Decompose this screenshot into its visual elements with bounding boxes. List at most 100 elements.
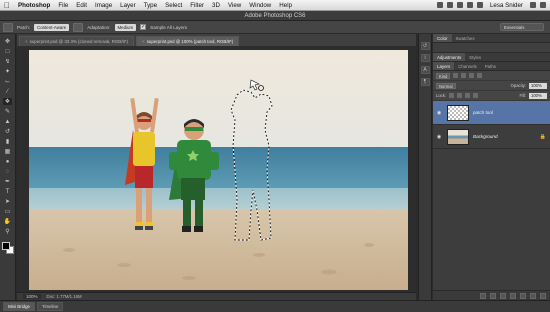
filter-shape-icon[interactable] (477, 73, 483, 78)
eyedropper-tool-icon[interactable]: ⁄ (3, 88, 12, 95)
image-canvas[interactable] (29, 50, 408, 290)
tab-mini-bridge[interactable]: Mini Bridge (3, 302, 35, 311)
menu-window[interactable]: Window (245, 2, 275, 9)
move-tool-icon[interactable]: ✥ (3, 38, 12, 45)
paragraph-panel-icon[interactable]: ¶ (420, 78, 430, 86)
menu-view[interactable]: View (224, 2, 245, 9)
document-tab-label: superprint.psd @ 100% (patch tool, RGB/8… (146, 39, 234, 44)
character-panel-icon[interactable]: A (420, 66, 430, 74)
link-layers-icon[interactable] (480, 292, 486, 299)
type-tool-icon[interactable]: T (3, 188, 12, 195)
tab-adjustments[interactable]: Adjustments (433, 53, 466, 61)
filter-pixel-icon[interactable] (453, 73, 459, 78)
menu-help[interactable]: Help (275, 2, 296, 9)
volume-icon[interactable] (456, 2, 463, 8)
quick-select-tool-icon[interactable]: ✦ (3, 68, 12, 75)
brush-tool-icon[interactable]: ✎ (3, 108, 12, 115)
add-mask-icon[interactable] (500, 292, 506, 299)
layer-kind-filter[interactable]: Kind (436, 72, 451, 79)
layer-thumbnail (447, 128, 469, 145)
menu-file[interactable]: File (54, 2, 72, 9)
clone-stamp-tool-icon[interactable]: ▲ (3, 118, 12, 125)
document-size[interactable]: Doc: 1.77M/1.16M (47, 294, 82, 299)
menu-type[interactable]: Type (140, 2, 161, 9)
patch-tool-icon[interactable]: ❖ (3, 98, 12, 105)
eye-icon[interactable]: ◉ (435, 110, 443, 116)
zoom-tool-icon[interactable]: ⚲ (3, 228, 12, 235)
tab-timeline[interactable]: Timeline (36, 302, 64, 311)
layer-row[interactable]: ◉ patch tool (433, 101, 550, 125)
workspace-switcher[interactable]: Essentials (500, 23, 544, 31)
zoom-level[interactable]: 100% (23, 294, 41, 299)
dodge-tool-icon[interactable]: ◌ (3, 168, 12, 175)
lock-pixels-icon[interactable] (457, 93, 463, 98)
spotlight-icon[interactable] (530, 2, 536, 8)
lock-all-icon[interactable] (473, 93, 479, 98)
patch-options-icon[interactable] (73, 22, 84, 32)
sample-all-layers-checkbox[interactable]: ✓ (140, 24, 147, 30)
blend-spacer (459, 84, 508, 87)
patch-mode-select[interactable]: Content-Aware (34, 23, 70, 31)
delete-layer-icon[interactable] (540, 292, 546, 299)
history-panel-icon[interactable]: ↺ (420, 42, 430, 50)
document-tab[interactable]: × superprint.psd @ 33.3% (cloned removal… (19, 36, 135, 46)
bluetooth-icon[interactable] (476, 2, 483, 8)
close-tab-icon[interactable]: × (25, 37, 28, 46)
tab-color[interactable]: Color (433, 34, 452, 42)
fill-label: Fill: (519, 93, 526, 98)
apple-icon[interactable]:  (0, 1, 14, 10)
fill-field[interactable]: 100% (529, 92, 547, 99)
blend-mode-select[interactable]: Normal (436, 82, 456, 89)
close-tab-icon[interactable]: × (142, 37, 145, 46)
new-adjustment-icon[interactable] (510, 292, 516, 299)
menu-select[interactable]: Select (161, 2, 186, 9)
document-tab-active[interactable]: × superprint.psd @ 100% (patch tool, RGB… (136, 36, 240, 46)
tab-layers[interactable]: Layers (433, 62, 455, 70)
color-swatches[interactable] (1, 242, 14, 254)
menu-filter[interactable]: Filter (186, 2, 208, 9)
eye-icon[interactable]: ◉ (435, 134, 443, 140)
properties-panel-icon[interactable]: i (420, 54, 430, 62)
sample-all-layers-label: Sample All Layers (150, 24, 187, 30)
new-group-icon[interactable] (520, 292, 526, 299)
blur-tool-icon[interactable]: ● (3, 158, 12, 165)
gradient-tool-icon[interactable]: ▦ (3, 148, 12, 155)
menu-edit[interactable]: Edit (72, 2, 91, 9)
filter-adjustment-icon[interactable] (461, 73, 467, 78)
adaptation-select[interactable]: Medium (114, 23, 137, 31)
lock-position-icon[interactable] (465, 93, 471, 98)
menu-layer[interactable]: Layer (116, 2, 139, 9)
foreground-color-swatch[interactable] (1, 242, 10, 250)
layer-row[interactable]: ◉ Background 🔒 (433, 125, 550, 149)
layers-panel-tabs: Layers Channels Paths (433, 62, 550, 71)
wifi-icon[interactable] (446, 2, 453, 8)
menu-3d[interactable]: 3D (208, 2, 224, 9)
tab-styles[interactable]: Styles (465, 53, 485, 61)
hand-tool-icon[interactable]: ✋ (3, 218, 12, 225)
menubar-user[interactable]: Lesa Snider (487, 2, 526, 9)
notification-icon[interactable] (540, 2, 546, 8)
history-brush-tool-icon[interactable]: ↺ (3, 128, 12, 135)
filter-type-icon[interactable] (469, 73, 475, 78)
tab-channels[interactable]: Channels (454, 62, 481, 70)
dropbox-icon[interactable] (436, 2, 443, 8)
tab-swatches[interactable]: Swatches (452, 34, 479, 42)
lock-transparency-icon[interactable] (449, 93, 455, 98)
layer-style-icon[interactable] (490, 292, 496, 299)
path-select-tool-icon[interactable]: ➤ (3, 198, 12, 205)
new-layer-icon[interactable] (530, 292, 536, 299)
pen-tool-icon[interactable]: ✒ (3, 178, 12, 185)
patch-tool-preset-icon[interactable] (3, 22, 13, 32)
menu-image[interactable]: Image (91, 2, 116, 9)
menu-photoshop[interactable]: Photoshop (14, 2, 54, 9)
layers-panel-footer (433, 290, 550, 300)
shape-tool-icon[interactable]: ▭ (3, 208, 12, 215)
sand (29, 210, 408, 290)
opacity-field[interactable]: 100% (529, 82, 547, 89)
eraser-tool-icon[interactable]: ▮ (3, 138, 12, 145)
tab-paths[interactable]: Paths (481, 62, 500, 70)
crop-tool-icon[interactable]: ⌙ (3, 78, 12, 85)
battery-icon[interactable] (466, 2, 473, 8)
lasso-tool-icon[interactable]: ↯ (3, 58, 12, 65)
marquee-tool-icon[interactable]: □ (3, 48, 12, 55)
